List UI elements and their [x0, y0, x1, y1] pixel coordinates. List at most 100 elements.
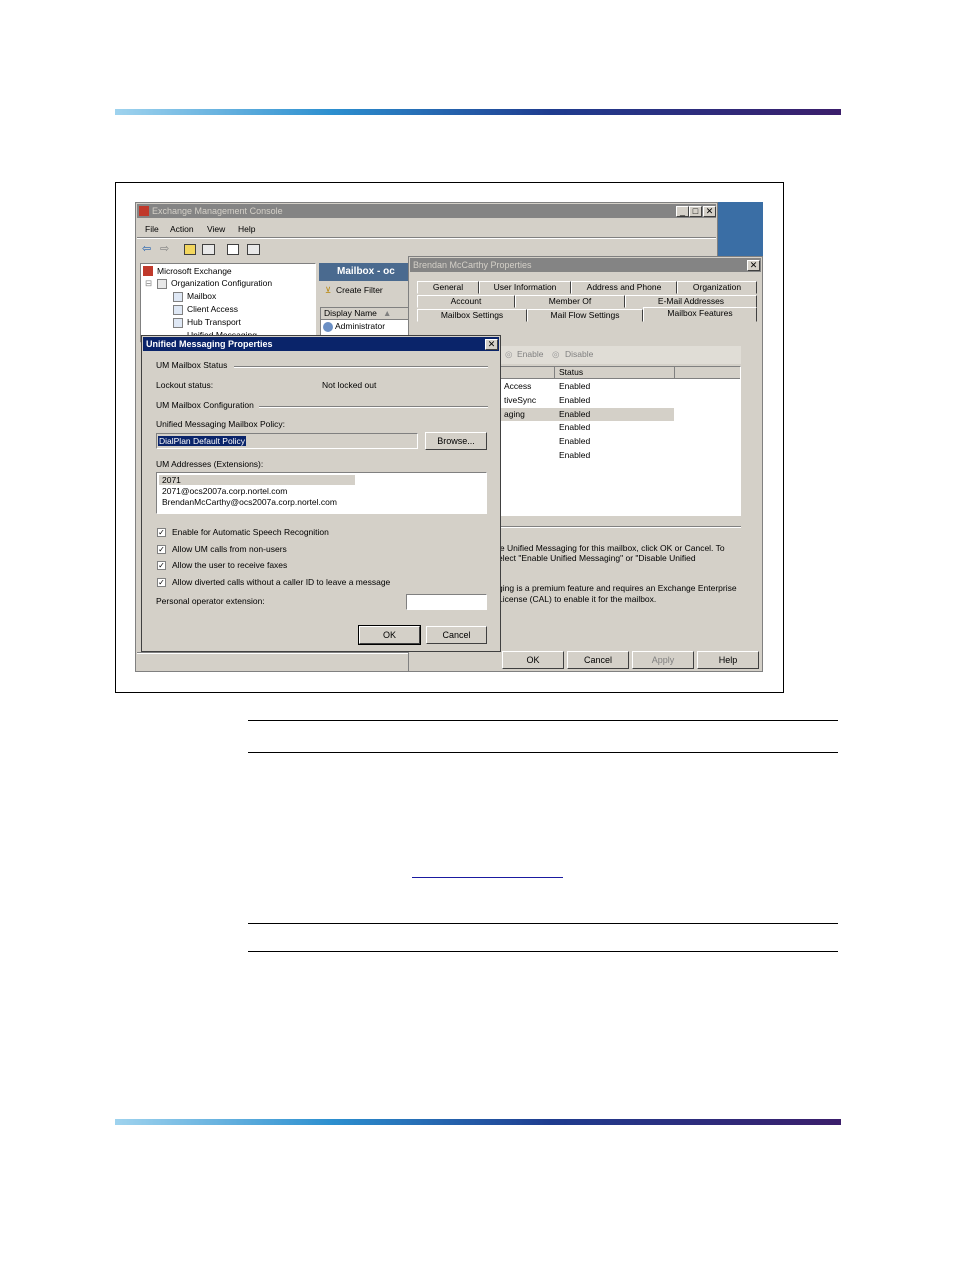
exchange-icon — [143, 266, 153, 276]
minimize-button[interactable]: _ — [676, 206, 689, 217]
selected-row-highlight — [159, 475, 355, 485]
menu-view[interactable]: View — [207, 224, 225, 234]
help-icon[interactable] — [227, 244, 239, 255]
um-ok-button[interactable]: OK — [358, 625, 421, 645]
description-text: le Unified Messaging for this mailbox, c… — [498, 543, 725, 553]
tab-organization[interactable]: Organization — [677, 281, 757, 294]
emc-title-bar[interactable]: Exchange Management Console — [137, 204, 716, 218]
mailbox-icon — [173, 292, 183, 302]
policy-label: Unified Messaging Mailbox Policy: — [156, 419, 285, 429]
policy-value: DialPlan Default Policy — [158, 436, 246, 446]
show-tree-icon[interactable] — [202, 244, 215, 255]
menu-file[interactable]: File — [145, 224, 159, 234]
hub-transport-icon — [173, 318, 183, 328]
sort-ascending-icon: ▲ — [383, 308, 392, 318]
operator-extension-label: Personal operator extension: — [156, 596, 265, 606]
diverted-calls-checkbox-label: Allow diverted calls without a caller ID… — [172, 577, 391, 587]
list-item[interactable]: 2071 — [162, 475, 181, 485]
apply-button[interactable]: Apply — [632, 651, 694, 669]
tab-account[interactable]: Account — [417, 295, 515, 308]
tree-item-client-access[interactable]: Client Access — [187, 304, 238, 314]
group-line — [259, 406, 488, 408]
menu-action[interactable]: Action — [170, 224, 194, 234]
enable-icon: ◎ — [505, 349, 513, 359]
tab-mailbox-settings[interactable]: Mailbox Settings — [417, 309, 527, 322]
disable-icon: ◎ — [552, 349, 560, 359]
result-pane-title: Mailbox - oc — [337, 266, 395, 277]
display-name-column[interactable]: Display Name — [324, 308, 377, 318]
link-underline[interactable] — [412, 877, 563, 878]
list-header[interactable]: Display Name ▲ — [321, 308, 410, 320]
asr-checkbox-label: Enable for Automatic Speech Recognition — [172, 527, 329, 537]
status-column-header[interactable]: Status — [559, 367, 583, 377]
um-cancel-button[interactable]: Cancel — [426, 626, 487, 644]
lockout-status-label: Lockout status: — [156, 380, 214, 390]
policy-field: DialPlan Default Policy — [156, 433, 418, 449]
non-users-checkbox[interactable]: ✓ — [157, 545, 166, 554]
properties-title-bar[interactable]: Brendan McCarthy Properties — [410, 258, 761, 272]
header-gradient-bar — [115, 109, 841, 115]
list-item[interactable]: Administrator — [335, 321, 385, 331]
tree-item-hub-transport[interactable]: Hub Transport — [187, 317, 241, 327]
horizontal-rule — [248, 951, 838, 952]
maximize-button[interactable]: □ — [689, 206, 702, 217]
list-item[interactable]: 2071@ocs2007a.corp.nortel.com — [162, 486, 287, 496]
um-mailbox-configuration-group: UM Mailbox Configuration — [156, 400, 254, 410]
diverted-calls-checkbox[interactable]: ✓ — [157, 578, 166, 587]
um-close-button[interactable]: ✕ — [485, 339, 498, 350]
tree-item-mailbox[interactable]: Mailbox — [187, 291, 216, 301]
client-access-icon — [173, 305, 183, 315]
menu-separator — [137, 237, 716, 239]
forward-arrow-icon[interactable]: ⇨ — [160, 242, 169, 255]
feature-name[interactable]: tiveSync — [504, 395, 536, 405]
group-line — [234, 366, 488, 368]
disable-button[interactable]: Disable — [565, 349, 593, 359]
tab-address-and-phone[interactable]: Address and Phone — [571, 281, 677, 294]
operator-extension-input[interactable] — [406, 594, 487, 610]
column-divider — [674, 367, 675, 378]
um-properties-dialog: Unified Messaging Properties ✕ UM Mailbo… — [141, 335, 501, 652]
enable-button[interactable]: Enable — [517, 349, 543, 359]
cancel-button[interactable]: Cancel — [567, 651, 629, 669]
help-button[interactable]: Help — [697, 651, 759, 669]
exchange-icon — [139, 206, 149, 216]
asr-checkbox[interactable]: ✓ — [157, 528, 166, 537]
tab-member-of[interactable]: Member Of — [515, 295, 625, 308]
faxes-checkbox-label: Allow the user to receive faxes — [172, 560, 288, 570]
um-title: Unified Messaging Properties — [146, 339, 273, 349]
tree-item-microsoft-exchange[interactable]: Microsoft Exchange — [157, 266, 232, 276]
tab-mail-flow-settings[interactable]: Mail Flow Settings — [527, 309, 643, 322]
feature-status: Enabled — [559, 450, 591, 460]
horizontal-rule — [248, 720, 838, 721]
organization-icon — [157, 279, 167, 289]
um-mailbox-status-group: UM Mailbox Status — [156, 360, 228, 370]
properties-close-button[interactable]: ✕ — [747, 260, 760, 271]
create-filter-button[interactable]: Create Filter — [336, 285, 383, 295]
faxes-checkbox[interactable]: ✓ — [157, 561, 166, 570]
lockout-status-value: Not locked out — [322, 380, 377, 390]
feature-name[interactable]: Access — [504, 381, 531, 391]
tab-general[interactable]: General — [417, 281, 479, 294]
tree-item-organization-configuration[interactable]: Organization Configuration — [171, 278, 272, 288]
properties-title: Brendan McCarthy Properties — [413, 260, 532, 270]
um-title-bar[interactable]: Unified Messaging Properties — [143, 337, 499, 351]
tab-mailbox-features[interactable]: Mailbox Features — [643, 307, 757, 322]
feature-status: Enabled — [559, 395, 591, 405]
back-arrow-icon[interactable]: ⇦ — [142, 242, 151, 255]
ok-button[interactable]: OK — [502, 651, 564, 669]
horizontal-rule — [248, 923, 838, 924]
close-button[interactable]: ✕ — [703, 206, 716, 217]
list-item[interactable]: BrendanMcCarthy@ocs2007a.corp.nortel.com — [162, 497, 337, 507]
tree-collapse-icon[interactable]: ⊟ — [145, 278, 152, 289]
tab-user-information[interactable]: User Information — [479, 281, 571, 294]
um-addresses-list[interactable]: 2071 2071@ocs2007a.corp.nortel.com Brend… — [156, 472, 487, 514]
console-tree: Microsoft Exchange ⊟ Organization Config… — [140, 263, 316, 343]
menu-help[interactable]: Help — [238, 224, 255, 234]
filter-icon[interactable]: ⊻ — [325, 285, 331, 296]
feature-name[interactable]: aging — [504, 409, 525, 419]
description-text: elect "Enable Unified Messaging" or "Dis… — [498, 553, 696, 563]
emc-title: Exchange Management Console — [152, 206, 283, 216]
browse-button[interactable]: Browse... — [425, 432, 487, 450]
up-folder-icon[interactable] — [184, 244, 196, 255]
action-pane-icon[interactable] — [247, 244, 260, 255]
